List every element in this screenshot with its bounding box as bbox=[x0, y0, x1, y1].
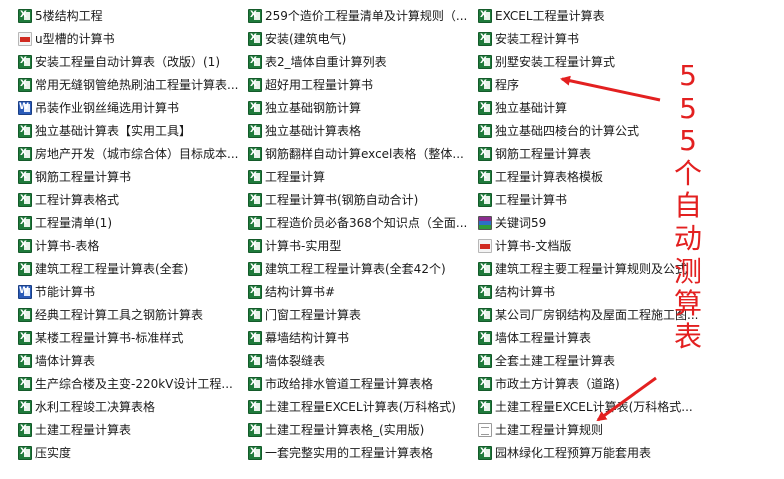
annotation-arrows bbox=[560, 75, 661, 422]
arrow-to-rules bbox=[596, 376, 657, 422]
arrow-to-program bbox=[560, 75, 661, 102]
